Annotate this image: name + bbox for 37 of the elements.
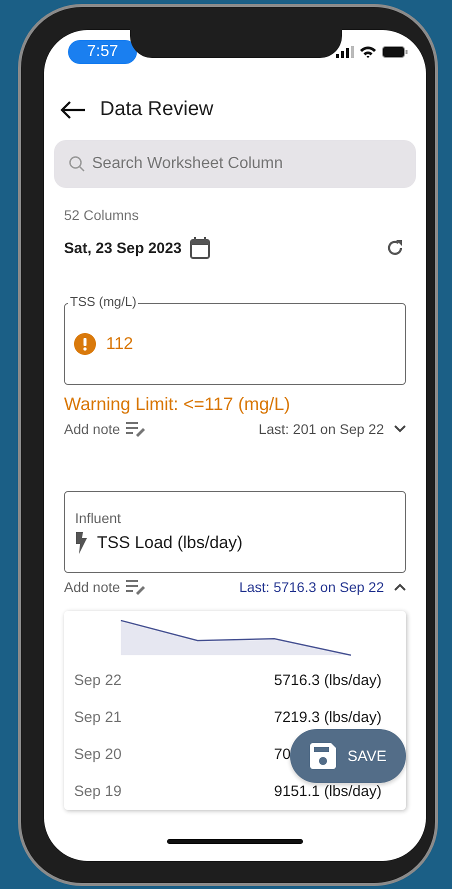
- add-note-button[interactable]: Add note: [64, 579, 146, 595]
- history-value: 9151.1 (lbs/day): [274, 783, 382, 800]
- search-field[interactable]: Search Worksheet Column: [54, 140, 416, 188]
- status-time: 7:57: [68, 40, 138, 64]
- search-icon: [69, 156, 85, 172]
- save-button[interactable]: SAVE: [290, 729, 406, 783]
- history-value: 70: [274, 746, 291, 763]
- date-label: Sat, 23 Sep 2023: [64, 240, 182, 256]
- back-arrow-icon[interactable]: [60, 100, 86, 118]
- refresh-icon[interactable]: [386, 239, 404, 257]
- history-date: Sep 20: [74, 746, 123, 763]
- note-edit-icon: [126, 421, 146, 437]
- history-value: 7219.3 (lbs/day): [274, 709, 382, 726]
- wifi-icon: [360, 46, 376, 58]
- field-value: 112: [106, 334, 134, 354]
- warning-limit: Warning Limit: <=117 (mg/L): [64, 394, 292, 415]
- column-name: TSS Load (lbs/day): [97, 533, 243, 553]
- last-value-toggle[interactable]: Last: 201 on Sep 22: [258, 421, 406, 437]
- add-note-button[interactable]: Add note: [64, 421, 146, 437]
- reading-field[interactable]: TSS (mg/L) 112: [64, 294, 406, 385]
- signal-icon: [336, 46, 354, 58]
- calendar-icon[interactable]: [190, 237, 210, 259]
- last-value-toggle[interactable]: Last: 5716.3 on Sep 22: [239, 579, 406, 595]
- bolt-icon: [75, 532, 87, 554]
- battery-icon: [382, 46, 408, 58]
- column-field[interactable]: Influent TSS Load (lbs/day): [64, 491, 406, 573]
- note-edit-icon: [126, 579, 146, 595]
- history-date: Sep 21: [74, 709, 123, 726]
- column-count: 52 Columns: [64, 207, 140, 223]
- history-date: Sep 19: [74, 783, 123, 800]
- group-label: Influent: [75, 510, 122, 526]
- field-label: TSS (mg/L): [68, 294, 138, 309]
- history-date: Sep 22: [74, 672, 123, 689]
- page-title: Data Review: [100, 98, 214, 121]
- chevron-down-icon: [394, 425, 406, 433]
- chevron-up-icon: [394, 583, 406, 591]
- history-value: 5716.3 (lbs/day): [274, 672, 382, 689]
